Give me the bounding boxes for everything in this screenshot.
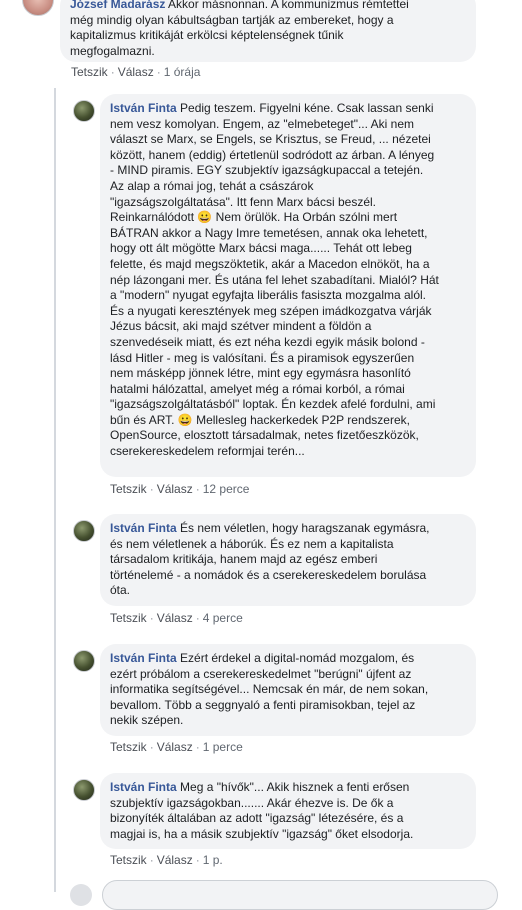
- avatar[interactable]: [73, 779, 95, 801]
- reply-button[interactable]: Válasz: [157, 482, 193, 496]
- separator-dot: ·: [156, 65, 161, 79]
- comment-bubble: József Madarász Akkor másnonnan. A kommu…: [60, 0, 476, 62]
- separator-dot: ·: [195, 853, 200, 867]
- like-button[interactable]: Tetszik: [71, 65, 108, 79]
- comment-author[interactable]: István Finta: [110, 101, 177, 115]
- reply-thread-line: [54, 88, 56, 892]
- comment-author[interactable]: István Finta: [110, 651, 177, 665]
- reply-button[interactable]: Válasz: [157, 853, 193, 867]
- comment-bubble: István Finta Meg a "hívők"... Akik hiszn…: [100, 773, 476, 849]
- separator-dot: ·: [195, 611, 200, 625]
- timestamp[interactable]: 1 p.: [203, 853, 223, 867]
- comment-actions: Tetszik · Válasz · 1 perce: [110, 740, 243, 754]
- like-button[interactable]: Tetszik: [110, 853, 147, 867]
- comment-bubble: István Finta És nem véletlen, hogy harag…: [100, 514, 476, 606]
- separator-dot: ·: [195, 482, 200, 496]
- avatar[interactable]: [73, 650, 95, 672]
- separator-dot: ·: [149, 853, 154, 867]
- comment-actions: Tetszik · Válasz · 1 órája: [71, 65, 200, 79]
- comment-bubble: István Finta Ezért érdekel a digital-nom…: [100, 644, 476, 736]
- comment-author[interactable]: József Madarász: [70, 0, 165, 11]
- composer-avatar: [70, 884, 92, 906]
- avatar[interactable]: [22, 0, 54, 16]
- comment-actions: Tetszik · Válasz · 4 perce: [110, 611, 243, 625]
- separator-dot: ·: [149, 611, 154, 625]
- timestamp[interactable]: 4 perce: [203, 611, 243, 625]
- timestamp[interactable]: 1 perce: [203, 740, 243, 754]
- reply-button[interactable]: Válasz: [118, 65, 154, 79]
- comment-text: Pedig teszem. Figyelni kéne. Csak lassan…: [110, 101, 439, 459]
- like-button[interactable]: Tetszik: [110, 740, 147, 754]
- comment-author[interactable]: István Finta: [110, 521, 177, 535]
- comment-author[interactable]: István Finta: [110, 780, 177, 794]
- separator-dot: ·: [110, 65, 115, 79]
- separator-dot: ·: [149, 482, 154, 496]
- avatar[interactable]: [73, 520, 95, 542]
- like-button[interactable]: Tetszik: [110, 611, 147, 625]
- comment-actions: Tetszik · Válasz · 12 perce: [110, 482, 249, 496]
- avatar[interactable]: [73, 100, 95, 122]
- like-button[interactable]: Tetszik: [110, 482, 147, 496]
- timestamp[interactable]: 12 perce: [203, 482, 250, 496]
- reply-button[interactable]: Válasz: [157, 740, 193, 754]
- comment-bubble: István Finta Pedig teszem. Figyelni kéne…: [100, 94, 476, 477]
- separator-dot: ·: [195, 740, 200, 754]
- separator-dot: ·: [149, 740, 154, 754]
- timestamp[interactable]: 1 órája: [164, 65, 201, 79]
- reply-button[interactable]: Válasz: [157, 611, 193, 625]
- comment-actions: Tetszik · Válasz · 1 p.: [110, 853, 223, 867]
- reply-input[interactable]: [102, 880, 498, 910]
